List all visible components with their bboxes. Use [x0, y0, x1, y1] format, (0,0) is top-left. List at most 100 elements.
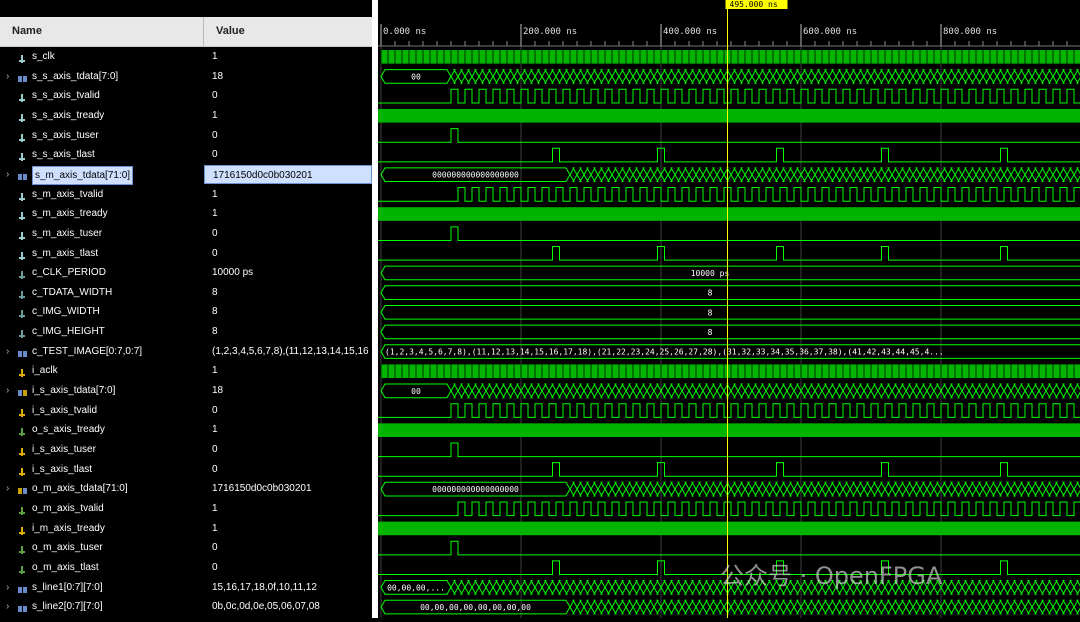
signal-row-9[interactable]: s_m_axis_tuser	[0, 224, 204, 244]
signal-row-16[interactable]: i_aclk	[0, 361, 204, 381]
waveform-canvas[interactable]: 0.000 ns 200.000 ns 400.000 ns 600.000 ns 80…	[378, 0, 1080, 618]
bus-waveform	[828, 599, 837, 615]
bus-waveform	[730, 599, 739, 615]
bus-waveform	[821, 69, 830, 84]
expand-chevron-icon[interactable]: ›	[6, 67, 9, 87]
signal-row-7[interactable]: s_m_axis_tvalid	[0, 185, 204, 205]
signal-row-6[interactable]: › s_m_axis_tdata[71:0]	[0, 165, 204, 185]
expand-chevron-icon[interactable]: ›	[6, 381, 9, 401]
signal-row-8[interactable]: s_m_axis_tready	[0, 204, 204, 224]
signal-value-row[interactable]: 18	[204, 67, 372, 87]
signal-row-5[interactable]: s_s_axis_tlast	[0, 145, 204, 165]
signal-value-row[interactable]: 8	[204, 283, 372, 303]
bus-waveform	[891, 383, 900, 399]
bus-waveform	[562, 383, 571, 399]
signal-value-row[interactable]: 1716150d0c0b030201	[204, 479, 372, 499]
signal-row-22[interactable]: › o_m_axis_tdata[71:0]	[0, 479, 204, 499]
expand-chevron-icon[interactable]: ›	[6, 165, 9, 185]
signal-row-24[interactable]: i_m_axis_tready	[0, 519, 204, 539]
signal-row-21[interactable]: i_s_axis_tlast	[0, 460, 204, 480]
signal-value-row[interactable]: 8	[204, 322, 372, 342]
signal-value-row[interactable]: 1	[204, 106, 372, 126]
signal-value-row[interactable]: 0	[204, 401, 372, 421]
signal-row-11[interactable]: c_CLK_PERIOD	[0, 263, 204, 283]
signal-row-28[interactable]: › s_line2[0:7][7:0]	[0, 597, 204, 617]
signal-name: s_line2[0:7][7:0]	[32, 601, 103, 613]
signal-value-row[interactable]: 0	[204, 244, 372, 264]
bus-waveform	[905, 167, 914, 183]
bus-waveform	[716, 599, 725, 615]
out-icon	[18, 504, 28, 515]
expand-chevron-icon[interactable]: ›	[6, 342, 9, 362]
param-icon	[18, 327, 28, 339]
bus-waveform	[765, 383, 774, 399]
bus-waveform	[1017, 599, 1026, 615]
signal-row-4[interactable]: s_s_axis_tuser	[0, 126, 204, 146]
signal-row-19[interactable]: o_s_axis_tready	[0, 420, 204, 440]
signal-value: 0	[212, 542, 218, 554]
bus-waveform	[702, 167, 711, 183]
value-column-header[interactable]: Value	[204, 17, 372, 47]
signal-value-row[interactable]: 1	[204, 420, 372, 440]
signal-value-row[interactable]: 0	[204, 460, 372, 480]
bus-waveform	[709, 481, 718, 497]
signal-row-23[interactable]: o_m_axis_tvalid	[0, 499, 204, 519]
signal-row-27[interactable]: › s_line1[0:7][7:0]	[0, 578, 204, 598]
bus-waveform	[660, 580, 669, 595]
expand-chevron-icon[interactable]: ›	[6, 597, 9, 617]
bus-waveform	[912, 599, 921, 615]
signal-row-15[interactable]: › c_TEST_IMAGE[0:7,0:7]	[0, 342, 204, 362]
signal-row-12[interactable]: c_TDATA_WIDTH	[0, 283, 204, 303]
signal-row-10[interactable]: s_m_axis_tlast	[0, 244, 204, 264]
signal-value-row[interactable]: 1	[204, 499, 372, 519]
bus-value-label: 00	[411, 387, 421, 396]
signal-value-row[interactable]: 0	[204, 224, 372, 244]
signal-value-row[interactable]: 1	[204, 47, 372, 67]
bus-waveform	[954, 69, 963, 84]
name-column-header[interactable]: Name	[0, 17, 204, 47]
bus-waveform	[982, 580, 991, 595]
signal-value-row[interactable]: 0	[204, 440, 372, 460]
signal-row-20[interactable]: i_s_axis_tuser	[0, 440, 204, 460]
signal-row-18[interactable]: i_s_axis_tvalid	[0, 401, 204, 421]
signal-row-26[interactable]: o_m_axis_tlast	[0, 558, 204, 578]
signal-value-row[interactable]: 1716150d0c0b030201	[204, 164, 372, 185]
signal-value-row[interactable]: 18	[204, 381, 372, 401]
waveform-panel[interactable]: 0.000 ns 200.000 ns 400.000 ns 600.000 ns 80…	[378, 0, 1080, 618]
bus-waveform	[821, 167, 830, 183]
signal-value-row[interactable]: 10000 ps	[204, 263, 372, 283]
signal-value-row[interactable]: (1,2,3,4,5,6,7,8),(11,12,13,14,15,16	[204, 342, 372, 362]
bus-waveform	[625, 580, 634, 595]
signal-value-row[interactable]: 1	[204, 519, 372, 539]
bus-waveform	[534, 383, 543, 399]
signal-value-row[interactable]: 1	[204, 361, 372, 381]
signal-value-row[interactable]: 0b,0c,0d,0e,05,06,07,08	[204, 597, 372, 617]
signal-value-row[interactable]: 0	[204, 126, 372, 146]
signal-value-row[interactable]: 0	[204, 86, 372, 106]
expand-chevron-icon[interactable]: ›	[6, 578, 9, 598]
bus-waveform	[863, 383, 872, 399]
signal-row-14[interactable]: c_IMG_HEIGHT	[0, 322, 204, 342]
bus-waveform	[681, 580, 690, 595]
signal-name: s_clk	[32, 51, 55, 62]
signal-row-2[interactable]: s_s_axis_tvalid	[0, 86, 204, 106]
bus-waveform	[492, 580, 501, 595]
signal-row-0[interactable]: s_clk	[0, 47, 204, 67]
wire-icon	[18, 209, 28, 221]
signal-row-13[interactable]: c_IMG_WIDTH	[0, 302, 204, 322]
expand-chevron-icon[interactable]: ›	[6, 479, 9, 499]
signal-value-row[interactable]: 0	[204, 558, 372, 578]
signal-value-row[interactable]: 0	[204, 538, 372, 558]
signal-value-row[interactable]: 8	[204, 302, 372, 322]
bus-waveform	[933, 167, 942, 183]
signal-row-25[interactable]: o_m_axis_tuser	[0, 538, 204, 558]
signal-value-row[interactable]: 0	[204, 145, 372, 165]
signal-row-3[interactable]: s_s_axis_tready	[0, 106, 204, 126]
signal-row-17[interactable]: › i_s_axis_tdata[7:0]	[0, 381, 204, 401]
bus-waveform	[898, 599, 907, 615]
signal-value-row[interactable]: 15,16,17,18,0f,10,11,12	[204, 578, 372, 598]
signal-row-1[interactable]: › s_s_axis_tdata[7:0]	[0, 67, 204, 87]
signal-value-row[interactable]: 1	[204, 204, 372, 224]
signal-value-row[interactable]: 1	[204, 185, 372, 205]
bus-waveform	[1073, 167, 1080, 183]
